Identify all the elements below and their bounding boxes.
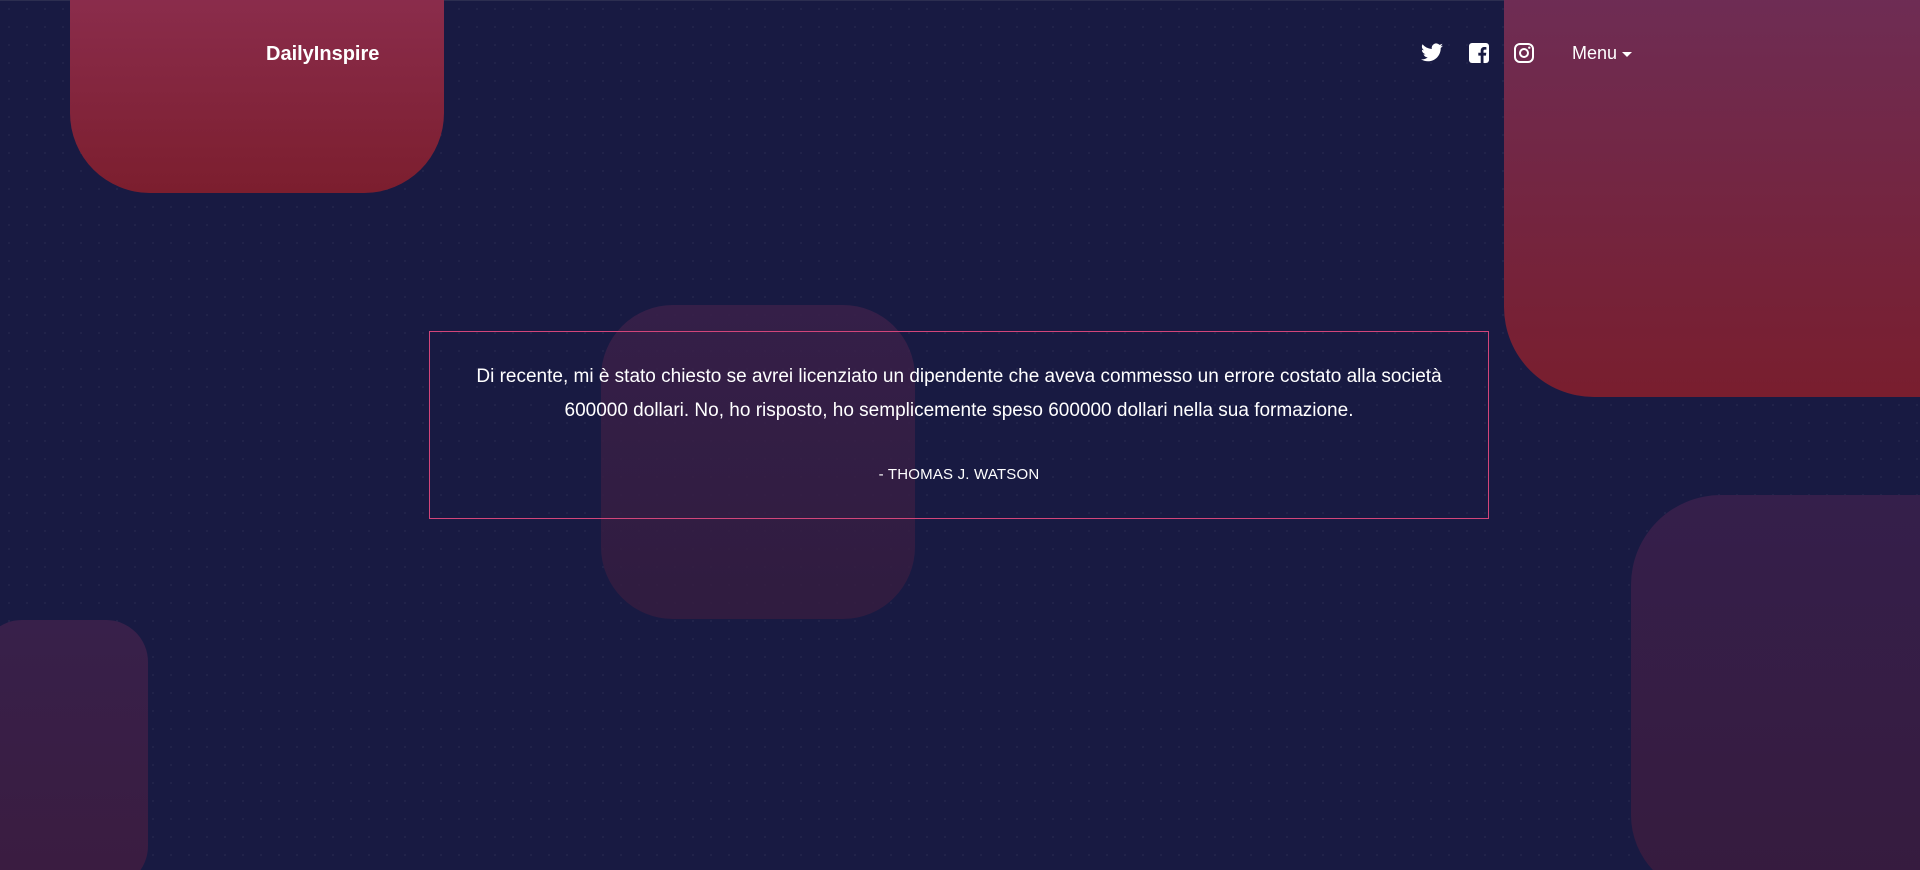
quote-card: Di recente, mi è stato chiesto se avrei …: [429, 331, 1489, 519]
decorative-shape-bottom-right: [1631, 495, 1920, 870]
quote-text: Di recente, mi è stato chiesto se avrei …: [476, 366, 1442, 421]
decorative-shape-top-left: [70, 0, 444, 193]
instagram-icon[interactable]: [1512, 41, 1536, 65]
brand-logo[interactable]: DailyInspire: [266, 43, 379, 66]
menu-dropdown[interactable]: Menu: [1572, 43, 1633, 64]
facebook-icon[interactable]: [1467, 41, 1491, 65]
twitter-icon[interactable]: [1420, 41, 1444, 65]
quote-author: - THOMAS J. WATSON: [878, 466, 1040, 483]
decorative-shape-top-right: [1504, 0, 1920, 397]
decorative-shape-bottom-left: [0, 620, 148, 870]
chevron-down-icon: [1622, 52, 1633, 57]
menu-label: Menu: [1572, 43, 1618, 63]
